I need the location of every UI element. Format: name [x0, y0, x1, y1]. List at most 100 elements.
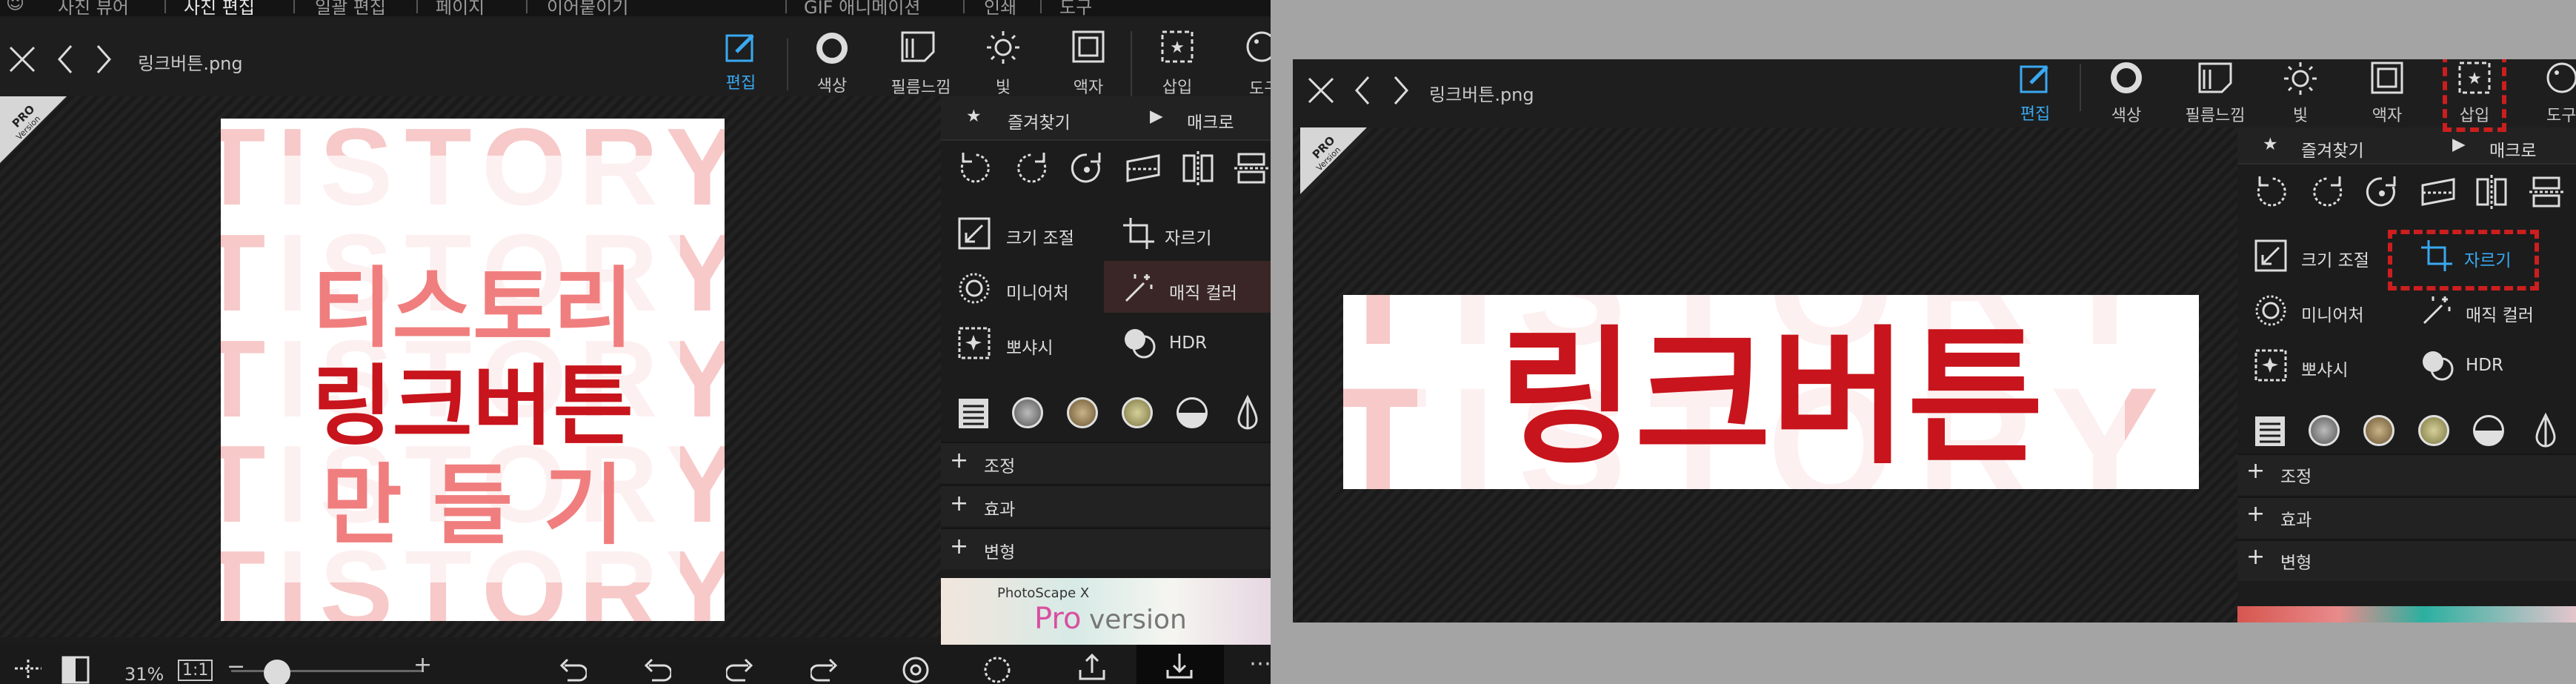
- tab-film-label[interactable]: 필름느낌: [884, 74, 958, 98]
- zoom-in-icon[interactable]: +: [413, 652, 432, 678]
- frame-icon[interactable]: [1071, 30, 1105, 64]
- redo-all-icon[interactable]: [811, 655, 840, 684]
- promo-banner[interactable]: PhotoScape X Pro version: [941, 578, 1271, 645]
- zoom-slider-handle[interactable]: [264, 660, 290, 684]
- section-effect-label[interactable]: 효과: [984, 495, 1015, 520]
- history-icon[interactable]: [901, 655, 931, 684]
- rotate-left-icon[interactable]: [957, 150, 994, 187]
- insert-icon[interactable]: ★: [1160, 30, 1194, 64]
- light-icon[interactable]: [985, 30, 1021, 65]
- edit-icon[interactable]: [2019, 62, 2051, 95]
- crop-icon[interactable]: [1122, 216, 1156, 250]
- zoom-slider-track[interactable]: [231, 670, 424, 672]
- zoom-level[interactable]: 31%: [124, 664, 164, 684]
- favorites-button[interactable]: 즐겨찾기: [1008, 108, 1071, 133]
- flip-vertical-icon[interactable]: [1233, 150, 1270, 187]
- actual-size-button[interactable]: 1:1: [178, 660, 213, 681]
- flip-horizontal-icon[interactable]: [2473, 173, 2510, 210]
- section-effect-label[interactable]: 효과: [2280, 505, 2312, 531]
- flip-horizontal-icon[interactable]: [1179, 150, 1217, 187]
- section-adjust-label[interactable]: 조정: [984, 452, 1015, 477]
- list-icon[interactable]: [957, 397, 990, 430]
- bokeh-icon[interactable]: [2254, 348, 2288, 382]
- tab-insert-label[interactable]: 삽입: [1144, 74, 1211, 98]
- resize-icon[interactable]: [957, 216, 991, 250]
- macro-button[interactable]: 매크로: [2489, 136, 2536, 162]
- tools-icon[interactable]: [2545, 61, 2576, 95]
- chevron-right-icon[interactable]: [95, 43, 113, 76]
- bokeh-icon[interactable]: [957, 326, 991, 360]
- chevron-right-icon[interactable]: [1392, 74, 1410, 107]
- light-icon[interactable]: [2283, 61, 2318, 96]
- hdr-icon[interactable]: [1122, 326, 1159, 360]
- rotate-free-icon[interactable]: [2363, 173, 2400, 210]
- edit-icon[interactable]: [725, 31, 757, 64]
- rotate-free-icon[interactable]: [1068, 150, 1105, 187]
- tab-light-label[interactable]: 빛: [2267, 102, 2334, 126]
- filter-preset-1[interactable]: [1012, 397, 1043, 428]
- filter-preset-2[interactable]: [2363, 415, 2394, 446]
- original-icon[interactable]: [982, 655, 1012, 684]
- tab-edit-label[interactable]: 편집: [708, 70, 774, 93]
- tab-frame-label[interactable]: 액자: [1055, 74, 1122, 98]
- miniature-button[interactable]: 미니어처: [1006, 279, 1069, 304]
- crop-button[interactable]: 자르기: [1165, 224, 1211, 249]
- chevron-left-icon[interactable]: [56, 43, 74, 76]
- filter-preset-4[interactable]: [1176, 397, 1208, 428]
- bokeh-button[interactable]: 뽀샤시: [1006, 333, 1053, 359]
- close-icon[interactable]: [1306, 76, 1336, 105]
- list-icon[interactable]: [2254, 415, 2286, 448]
- tab-film-label[interactable]: 필름느낌: [2178, 102, 2252, 126]
- magic-color-button[interactable]: 매직 컬러: [2466, 301, 2534, 326]
- zoom-out-icon[interactable]: −: [227, 654, 245, 680]
- undo-all-icon[interactable]: [557, 655, 587, 684]
- macro-button[interactable]: 매크로: [1187, 108, 1234, 133]
- app-icon[interactable]: ☺: [6, 0, 24, 13]
- hdr-button[interactable]: HDR: [2466, 356, 2503, 375]
- frame-icon[interactable]: [2370, 61, 2404, 95]
- color-icon[interactable]: [815, 31, 849, 65]
- rotate-right-icon[interactable]: [1013, 150, 1050, 187]
- filter-preset-2[interactable]: [1067, 397, 1098, 428]
- tab-color-label[interactable]: 색상: [799, 73, 865, 96]
- more-icon[interactable]: ⋯: [1249, 651, 1271, 677]
- tab-color-label[interactable]: 색상: [2093, 102, 2160, 126]
- resize-button[interactable]: 크기 조절: [1006, 224, 1074, 249]
- film-icon[interactable]: [899, 30, 936, 64]
- magic-wand-icon[interactable]: [1122, 271, 1156, 305]
- section-adjust-label[interactable]: 조정: [2280, 462, 2312, 488]
- section-transform-label[interactable]: 변형: [984, 538, 1015, 563]
- hdr-button[interactable]: HDR: [1169, 333, 1207, 353]
- share-icon[interactable]: [1077, 652, 1107, 682]
- rotate-left-icon[interactable]: [2254, 173, 2291, 210]
- fit-icon[interactable]: [13, 658, 43, 680]
- tab-tools-label[interactable]: 도구: [2546, 102, 2576, 126]
- hdr-icon[interactable]: [2420, 348, 2457, 382]
- filter-preset-1[interactable]: [2309, 415, 2340, 446]
- straighten-icon[interactable]: [2418, 175, 2458, 209]
- straighten-icon[interactable]: [1123, 151, 1163, 185]
- film-icon[interactable]: [2197, 61, 2234, 95]
- filter-preset-3[interactable]: [1122, 397, 1153, 428]
- magic-wand-icon[interactable]: [2420, 293, 2454, 328]
- section-transform-label[interactable]: 변형: [2280, 548, 2312, 574]
- chevron-left-icon[interactable]: [1354, 74, 1371, 107]
- resize-icon[interactable]: [2254, 239, 2288, 273]
- rotate-right-icon[interactable]: [2309, 173, 2346, 210]
- miniature-icon[interactable]: [957, 271, 991, 305]
- drop-icon[interactable]: [2532, 412, 2559, 449]
- filter-preset-4[interactable]: [2473, 415, 2504, 446]
- favorites-button[interactable]: 즐겨찾기: [2301, 136, 2364, 162]
- close-icon[interactable]: [7, 44, 37, 74]
- promo-banner[interactable]: [2237, 606, 2576, 622]
- filter-preset-3[interactable]: [2418, 415, 2449, 446]
- miniature-button[interactable]: 미니어처: [2301, 301, 2364, 326]
- tab-light-label[interactable]: 빛: [970, 74, 1036, 98]
- bokeh-button[interactable]: 뽀샤시: [2301, 356, 2348, 381]
- tools-icon[interactable]: [1245, 30, 1271, 64]
- drop-icon[interactable]: [1234, 394, 1261, 431]
- flip-vertical-icon[interactable]: [2528, 173, 2565, 210]
- redo-icon[interactable]: [726, 655, 756, 684]
- magic-color-button[interactable]: 매직 컬러: [1169, 279, 1237, 304]
- tab-frame-label[interactable]: 액자: [2354, 102, 2420, 126]
